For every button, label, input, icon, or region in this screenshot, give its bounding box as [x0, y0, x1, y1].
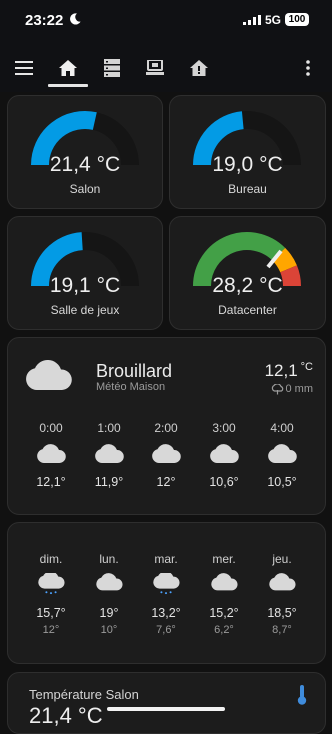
weather-temp-unit: °C [300, 361, 313, 373]
tab-servers[interactable] [92, 44, 132, 92]
cloud-icon [95, 444, 124, 463]
umbrella-cloud-icon [271, 383, 283, 394]
overflow-menu-button[interactable] [288, 44, 328, 92]
day-label: jeu. [272, 552, 292, 566]
gauge-segment-orange [272, 247, 297, 273]
hour-temp: 11,9° [94, 475, 124, 489]
cloud-icon [268, 444, 297, 463]
home-indicator [107, 707, 225, 711]
weather-temp-value: 12,1 [264, 361, 298, 380]
daily-forecast-item: mer. 15,2° 6,2° [201, 552, 247, 636]
hamburger-icon [15, 61, 33, 75]
gauge-name: Bureau [228, 182, 267, 196]
hourly-forecast-item: 2:00 12° [143, 421, 189, 489]
thermometer-icon [297, 685, 307, 705]
active-tab-indicator [48, 84, 88, 87]
day-low: 6,2° [214, 624, 234, 636]
hour-label: 2:00 [154, 421, 178, 435]
tab-computers[interactable] [135, 44, 175, 92]
signal-icon [243, 15, 261, 25]
sensor-card-salon[interactable]: Température Salon 21,4 °C [7, 672, 326, 734]
gauge-value: 19,0 °C [212, 153, 283, 176]
battery-icon: 100 [285, 13, 309, 26]
precipitation-value: 0 mm [285, 383, 314, 395]
gauge-card-datacenter[interactable]: 28,2 °C Datacenter [169, 216, 326, 330]
hourly-forecast-item: 0:00 12,1° [28, 421, 74, 489]
day-high: 18,5° [267, 606, 297, 620]
tab-alerts[interactable] [179, 44, 219, 92]
day-label: dim. [39, 552, 63, 566]
day-label: mer. [212, 552, 236, 566]
day-low: 12° [42, 624, 60, 636]
day-high: 19° [99, 606, 119, 620]
gauge-value: 19,1 °C [49, 274, 121, 297]
home-icon [59, 60, 77, 76]
gauge-name: Salle de jeux [50, 303, 120, 317]
gauge-name: Salon [69, 182, 101, 196]
computer-icon [146, 60, 164, 75]
daily-forecast-item: jeu. 18,5° 8,7° [259, 552, 305, 636]
daily-forecast-item: lun. 19° 10° [86, 552, 132, 636]
cloud-icon [269, 573, 296, 591]
hourly-forecast-item: 1:00 11,9° [86, 421, 132, 489]
hour-temp: 10,6° [209, 475, 239, 489]
hour-label: 1:00 [97, 421, 121, 435]
rain-cloud-icon [153, 573, 180, 595]
hour-label: 3:00 [212, 421, 236, 435]
daily-forecast-item: mar. 13,2° 7,6° [143, 552, 189, 636]
rain-cloud-icon [38, 573, 65, 595]
hourly-forecast-item: 3:00 10,6° [201, 421, 247, 489]
day-high: 15,2° [209, 606, 239, 620]
cloud-icon [26, 359, 72, 390]
home-alert-icon [190, 60, 208, 76]
status-time: 23:22 [25, 12, 64, 29]
hour-temp: 12° [156, 475, 176, 489]
weather-source: Météo Maison [96, 381, 166, 393]
daily-forecast-card[interactable]: dim. 15,7° 12° lun. 19° 10° mar. 13,2° 7… [7, 522, 326, 664]
moon-icon [70, 13, 81, 25]
cloud-icon [37, 444, 66, 463]
gauge-value: 28,2 °C [212, 274, 283, 297]
weather-temperature: 12,1 °C [265, 361, 313, 381]
hour-temp: 12,1° [36, 475, 66, 489]
day-low: 7,6° [156, 624, 176, 636]
day-label: lun. [99, 552, 119, 566]
sensor-value: 21,4 °C [29, 703, 103, 728]
gauge-card-bureau[interactable]: 19,0 °C Bureau [169, 95, 326, 209]
gauge-name: Datacenter [218, 303, 277, 317]
day-low: 8,7° [272, 624, 292, 636]
hour-temp: 10,5° [267, 475, 297, 489]
gauge-card-salon[interactable]: 21,4 °C Salon [7, 95, 163, 209]
cloud-icon [210, 444, 239, 463]
daily-forecast-item: dim. 15,7° 12° [28, 552, 74, 636]
server-icon [104, 59, 120, 77]
cloud-icon [96, 573, 123, 591]
precipitation: 0 mm [271, 383, 314, 395]
network-label: 5G [265, 13, 282, 27]
cloud-icon [152, 444, 181, 463]
gauge-card-salle-de-jeux[interactable]: 19,1 °C Salle de jeux [7, 216, 163, 330]
cloud-icon [211, 573, 238, 591]
day-high: 15,7° [36, 606, 66, 620]
hour-label: 0:00 [39, 421, 63, 435]
gauge-value: 21,4 °C [49, 153, 121, 176]
weather-card[interactable]: Brouillard Météo Maison 12,1 °C 0 mm 0:00… [7, 337, 326, 515]
sensor-title: Température Salon [29, 687, 139, 702]
weather-condition: Brouillard [96, 361, 173, 381]
day-low: 10° [100, 624, 118, 636]
hourly-forecast-item: 4:00 10,5° [259, 421, 305, 489]
more-vertical-icon [306, 60, 310, 76]
menu-button[interactable] [4, 44, 44, 92]
day-high: 13,2° [151, 606, 181, 620]
day-label: mar. [154, 552, 178, 566]
status-bar: 23:22 5G 100 [0, 0, 332, 44]
hour-label: 4:00 [270, 421, 294, 435]
